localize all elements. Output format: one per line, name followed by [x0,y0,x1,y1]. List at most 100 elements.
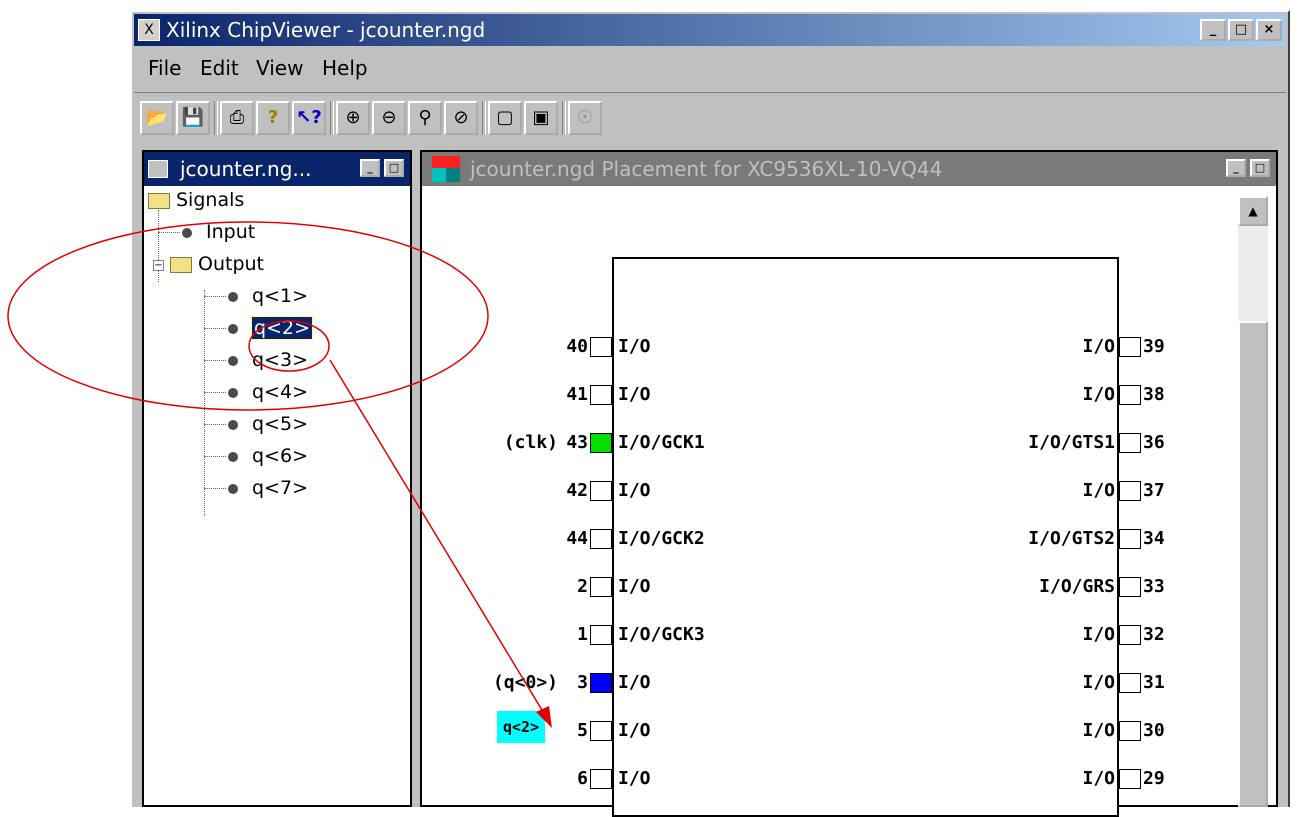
pin-function-label: I/O [618,336,651,357]
pin-function-label: I/O [1082,768,1115,789]
pin-function-label: I/O/GTS2 [1028,528,1115,549]
tree-node-q1[interactable]: q<1> [204,284,308,308]
pin-box[interactable] [1119,385,1141,405]
pin-box[interactable] [590,481,612,501]
tree-node-signals[interactable]: Signals [148,188,244,212]
title-bar[interactable]: X Xilinx ChipViewer - jcounter.ngd _ □ × [134,14,1286,46]
menu-help[interactable]: Help [322,48,368,88]
menu-edit[interactable]: Edit [200,48,239,88]
pin-box[interactable] [1119,481,1141,501]
signals-panel: jcounter.ng... _ □ Signals Input − Outpu… [142,150,412,807]
pin-number-label: 31 [1143,672,1165,693]
pin-box[interactable] [1119,625,1141,645]
pin-box[interactable] [1119,529,1141,549]
select-chip-icon[interactable]: ▣ [524,101,558,135]
save-disk-icon[interactable]: 💾 [176,101,210,135]
menu-file[interactable]: File [148,48,181,88]
pin-number-label: 6 [577,768,588,789]
signal-dot-icon [228,419,238,430]
pin-function-label: I/O/GCK3 [618,624,705,645]
signal-dot-icon [228,451,238,462]
pin-function-label: I/O [618,576,651,597]
pin-box[interactable] [1119,721,1141,741]
zoom-in-icon[interactable]: ⊕ [336,101,370,135]
open-folder-icon[interactable]: 📂 [140,101,174,135]
tree-node-q5[interactable]: q<5> [204,412,308,436]
pin-box[interactable] [590,433,612,453]
panel-maximize-button[interactable]: □ [384,159,404,177]
panel-icon [148,160,168,178]
pin-number-label: 33 [1143,576,1165,597]
tree-node-q6[interactable]: q<6> [204,444,308,468]
panel-minimize-button[interactable]: _ [360,159,380,177]
scroll-up-icon[interactable]: ▲ [1238,196,1268,226]
pin-signal-label: (clk) [503,432,558,453]
pin-function-label: I/O [1082,480,1115,501]
pin-number-label: 41 [566,384,588,405]
pin-box[interactable] [590,625,612,645]
pin-function-label: I/O/GCK2 [618,528,705,549]
signal-tree: Signals Input − Output q<1> q<2> q<3> q<… [144,186,410,805]
zoom-fit-icon[interactable]: ⚲ [408,101,442,135]
pin-box[interactable] [590,721,612,741]
maximize-button[interactable]: □ [1228,19,1254,41]
app-icon[interactable]: X [138,19,160,41]
tree-node-q7[interactable]: q<7> [204,476,308,500]
select-package-icon[interactable]: ▢ [488,101,522,135]
pin-box[interactable] [1119,337,1141,357]
window-title: Xilinx ChipViewer - jcounter.ngd [166,18,486,42]
pin-number-label: 34 [1143,528,1165,549]
pin-number-label: 40 [566,336,588,357]
pin-box[interactable] [1119,433,1141,453]
pin-function-label: I/O [1082,384,1115,405]
placement-panel-title: jcounter.ngd Placement for XC9536XL-10-V… [470,157,943,181]
pin-box[interactable] [1119,769,1141,789]
placement-panel-titlebar[interactable]: jcounter.ngd Placement for XC9536XL-10-V… [422,152,1276,186]
pin-box[interactable] [590,337,612,357]
folder-icon [148,192,170,209]
signals-panel-title: jcounter.ng... [180,157,312,181]
vertical-scrollbar[interactable]: ▲ [1238,196,1268,807]
pin-number-label: 1 [577,624,588,645]
pin-box[interactable] [590,673,612,693]
collapse-toggle[interactable]: − [153,260,164,271]
scroll-track[interactable] [1238,226,1268,321]
signal-dot-icon [182,227,192,238]
whats-this-icon[interactable]: ↖? [292,101,326,135]
tree-node-input[interactable]: Input [158,220,255,244]
close-button[interactable]: × [1256,19,1282,41]
pin-box[interactable] [1119,673,1141,693]
pin-number-label: 43 [566,432,588,453]
pin-box[interactable] [590,577,612,597]
signal-dot-icon [228,323,238,334]
placement-minimize-button[interactable]: _ [1226,159,1246,177]
pin-box[interactable] [590,385,612,405]
pin-function-label: I/O [1082,624,1115,645]
zoom-box-icon[interactable]: ⊘ [444,101,478,135]
pin-number-label: 42 [566,480,588,501]
placement-maximize-button[interactable]: □ [1250,159,1270,177]
tree-node-q2[interactable]: q<2> [204,316,313,340]
scroll-thumb[interactable] [1238,321,1268,807]
pin-box[interactable] [590,769,612,789]
signal-dot-icon [228,483,238,494]
pin-function-label: I/O/GTS1 [1028,432,1115,453]
pin-function-label: I/O [618,720,651,741]
pin-box[interactable] [1119,577,1141,597]
tree-node-q4[interactable]: q<4> [204,380,308,404]
print-icon[interactable]: ⎙ [220,101,254,135]
tree-node-q3[interactable]: q<3> [204,348,308,372]
help-question-icon[interactable]: ? [256,101,290,135]
pin-box[interactable] [590,529,612,549]
tree-node-output[interactable]: Output [170,252,264,276]
signals-panel-titlebar[interactable]: jcounter.ng... _ □ [144,152,410,186]
pin-function-label: I/O [618,384,651,405]
minimize-button[interactable]: _ [1200,19,1226,41]
pin-function-label: I/O [618,480,651,501]
pin-number-label: 32 [1143,624,1165,645]
pin-function-label: I/O/GRS [1039,576,1115,597]
folder-open-icon [170,256,192,273]
menu-view[interactable]: View [256,48,303,88]
pin-function-label: I/O/GCK1 [618,432,705,453]
zoom-out-icon[interactable]: ⊖ [372,101,406,135]
